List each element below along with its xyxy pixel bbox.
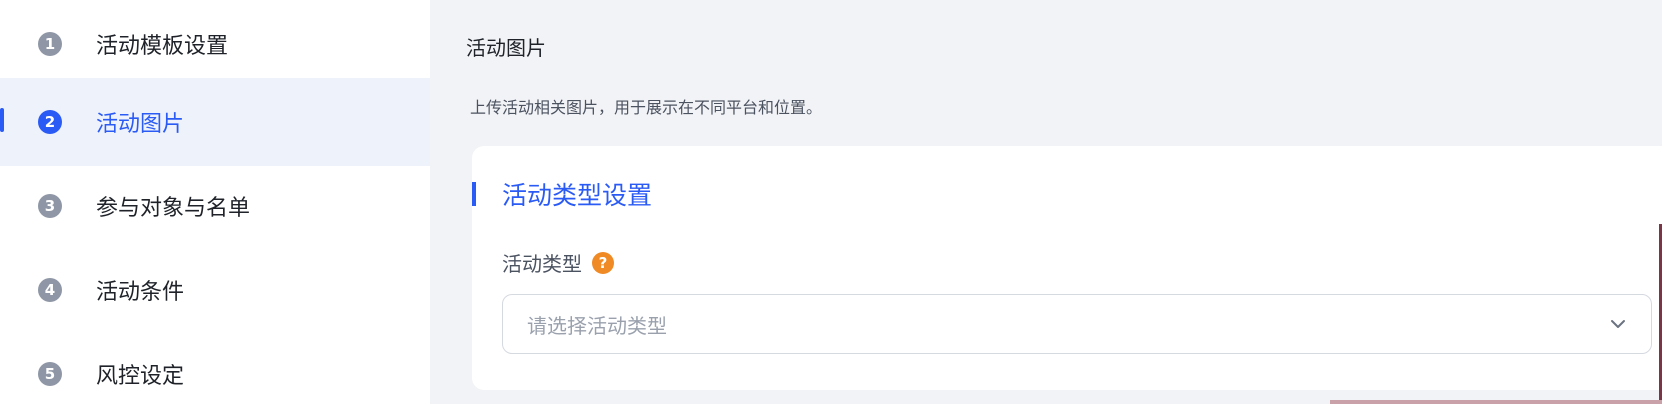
activity-type-select[interactable]: 请选择活动类型 — [502, 294, 1652, 354]
step-item-participants[interactable]: 3 参与对象与名单 — [0, 162, 430, 250]
main-content: 活动图片 上传活动相关图片，用于展示在不同平台和位置。 活动类型设置 活动类型 … — [430, 0, 1662, 404]
step-item-template-settings[interactable]: 1 活动模板设置 — [0, 0, 430, 88]
active-step-indicator — [0, 108, 4, 132]
step-number: 3 — [38, 194, 62, 218]
field-label-text: 活动类型 — [502, 252, 582, 276]
app: 1 活动模板设置 2 活动图片 3 参与对象与名单 4 活动条件 5 风控设定 … — [0, 0, 1662, 404]
step-number: 2 — [38, 110, 62, 134]
cropped-edge-bottom — [1330, 400, 1662, 404]
step-label: 活动图片 — [96, 112, 185, 137]
question-circle-icon[interactable]: ? — [592, 251, 614, 274]
page-title: 活动图片 — [466, 36, 546, 60]
section-title: 活动类型设置 — [502, 181, 653, 210]
step-item-conditions[interactable]: 4 活动条件 — [0, 246, 430, 334]
step-label: 参与对象与名单 — [96, 196, 251, 221]
step-number: 1 — [38, 32, 62, 56]
step-item-risk-control[interactable]: 5 风控设定 — [0, 330, 430, 404]
step-number: 5 — [38, 362, 62, 386]
chevron-down-icon — [1611, 320, 1625, 328]
step-item-activity-images[interactable]: 2 活动图片 — [0, 78, 430, 166]
step-label: 风控设定 — [96, 364, 185, 389]
step-number: 4 — [38, 278, 62, 302]
section-accent-bar — [472, 182, 476, 206]
select-placeholder: 请选择活动类型 — [527, 313, 667, 338]
step-label: 活动条件 — [96, 280, 185, 305]
step-label: 活动模板设置 — [96, 34, 229, 59]
steps-sidebar: 1 活动模板设置 2 活动图片 3 参与对象与名单 4 活动条件 5 风控设定 — [0, 0, 430, 404]
activity-type-label: 活动类型 ? — [502, 248, 614, 277]
page-description: 上传活动相关图片，用于展示在不同平台和位置。 — [470, 98, 823, 117]
activity-type-card: 活动类型设置 活动类型 ? 请选择活动类型 — [472, 146, 1662, 390]
